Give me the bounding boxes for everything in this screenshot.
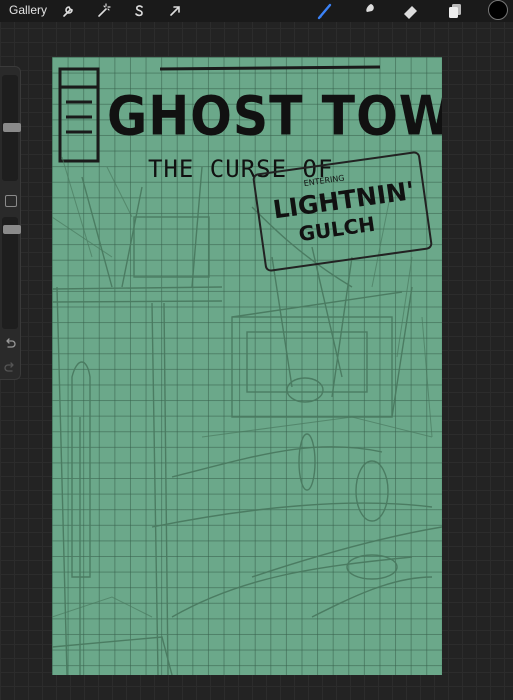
brush-size-thumb[interactable] xyxy=(3,123,21,132)
gallery-button[interactable]: Gallery xyxy=(9,3,47,17)
layers-icon[interactable] xyxy=(445,1,465,21)
comic-title: GHOST TOWN xyxy=(107,85,442,148)
redo-icon[interactable] xyxy=(3,361,17,375)
wrench-icon[interactable] xyxy=(58,1,78,21)
smudge-icon[interactable] xyxy=(359,1,379,21)
opacity-slider[interactable] xyxy=(2,217,21,329)
arrow-cursor-icon[interactable] xyxy=(165,1,185,21)
brush-size-slider[interactable] xyxy=(2,75,21,181)
left-sidebar xyxy=(0,66,21,380)
modify-button[interactable] xyxy=(5,195,17,207)
opacity-thumb[interactable] xyxy=(3,225,21,234)
magic-wand-icon[interactable] xyxy=(93,1,113,21)
sketch-artwork xyxy=(52,65,442,675)
selection-s-icon[interactable] xyxy=(129,1,149,21)
color-picker-swatch[interactable] xyxy=(488,0,508,20)
drawing-canvas[interactable]: GHOST TOWN THE CURSE OF ENTERING LIGHTNI… xyxy=(52,57,442,675)
eraser-icon[interactable] xyxy=(401,1,421,21)
top-toolbar: Gallery xyxy=(0,0,513,22)
undo-icon[interactable] xyxy=(3,337,17,351)
brush-icon[interactable] xyxy=(315,1,335,21)
